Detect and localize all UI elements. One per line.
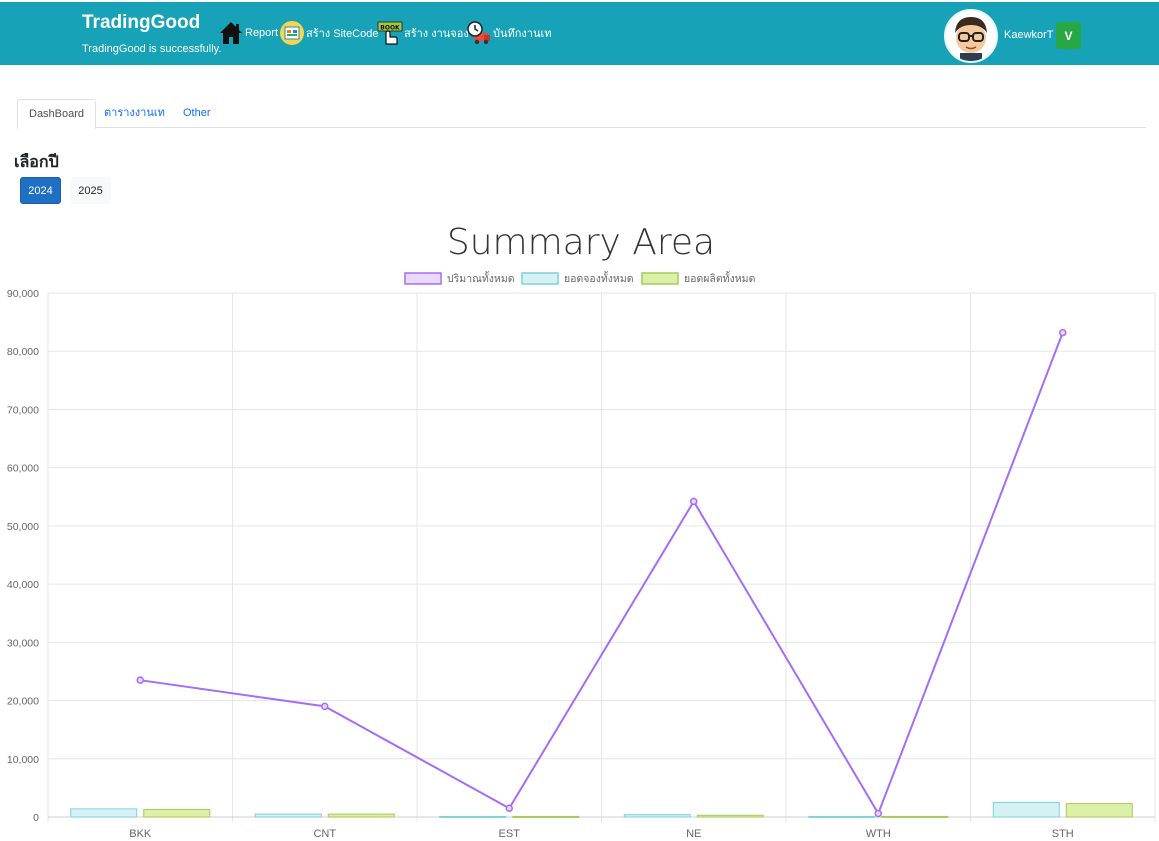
legend-swatch	[641, 272, 679, 285]
brand-subtitle: TradingGood is successfully.	[82, 43, 222, 55]
y-tick-label: 10,000	[7, 754, 39, 766]
y-tick-label: 40,000	[7, 579, 39, 591]
chart-title: Summary Area	[447, 222, 715, 263]
bar	[623, 814, 691, 818]
y-tick-label: 90,000	[7, 288, 39, 300]
year-button-2024[interactable]: 2024	[20, 177, 61, 204]
x-tick-label: BKK	[129, 828, 152, 840]
user-name[interactable]: KaewkorT	[1004, 29, 1054, 41]
year-selector-label: เลือกปี	[14, 154, 59, 171]
x-tick-label: CNT	[313, 828, 336, 840]
legend-label: ปริมาณทั้งหมด	[447, 271, 515, 285]
tab-other[interactable]: Other	[172, 99, 222, 127]
tab-dashboard[interactable]: DashBoard	[17, 99, 97, 129]
legend-swatch	[404, 272, 442, 285]
nav-record-pour[interactable]: บันทึกงานเท	[466, 20, 552, 46]
y-tick-label: 30,000	[7, 637, 39, 649]
svg-text:BOOK: BOOK	[380, 25, 400, 32]
year-button-2025[interactable]: 2025	[70, 177, 111, 204]
bar	[70, 808, 138, 818]
line-point	[690, 497, 698, 506]
y-tick-label: 50,000	[7, 521, 39, 533]
nav-create-booking-label: สร้าง งานจอง	[404, 28, 469, 40]
y-tick-label: 0	[33, 812, 39, 824]
bar	[512, 815, 580, 818]
avatar[interactable]	[944, 9, 998, 63]
bar	[327, 813, 395, 818]
line-point	[321, 702, 329, 711]
nav-create-sitecode[interactable]: สร้าง SiteCode	[279, 20, 378, 46]
x-tick-label: STH	[1052, 828, 1074, 840]
bar	[254, 813, 322, 818]
truck-clock-icon	[466, 20, 492, 46]
y-tick-label: 70,000	[7, 404, 39, 416]
bar	[1065, 803, 1133, 818]
brand-title[interactable]: TradingGood	[82, 12, 200, 34]
bar	[992, 801, 1060, 818]
legend-label: ยอดจองทั้งหมด	[564, 271, 634, 285]
y-tick-label: 80,000	[7, 346, 39, 358]
bar	[696, 814, 764, 818]
home-icon	[218, 20, 244, 46]
bar	[143, 808, 211, 818]
line-point	[874, 809, 882, 818]
nav-create-booking[interactable]: BOOK สร้าง งานจอง	[377, 20, 469, 46]
line-point	[1059, 328, 1067, 337]
bar	[808, 815, 876, 818]
nav-report[interactable]: Report	[218, 20, 278, 46]
user-badge[interactable]: V	[1056, 22, 1081, 49]
line-point	[505, 804, 513, 813]
legend-label: ยอดผลิตทั้งหมด	[684, 271, 755, 285]
summary-chart: Summary Area 0 10,000 20,000 30,000 40,000 50,…	[7, 222, 1156, 840]
bar	[439, 815, 507, 818]
legend-swatch	[521, 272, 559, 285]
top-navbar: TradingGood TradingGood is successfully.…	[0, 2, 1159, 65]
line-point	[136, 676, 144, 684]
y-tick-label: 20,000	[7, 696, 39, 708]
nav-create-sitecode-label: สร้าง SiteCode	[306, 28, 379, 40]
x-tick-label: WTH	[866, 828, 891, 840]
nav-record-pour-label: บันทึกงานเท	[493, 28, 552, 40]
tab-bar: DashBoard ตารางงานเท Other	[17, 99, 1146, 129]
sitecode-icon	[279, 20, 305, 46]
x-tick-label: EST	[499, 828, 521, 840]
tab-pour-schedule[interactable]: ตารางงานเท	[93, 99, 176, 127]
y-tick-label: 60,000	[7, 463, 39, 475]
nav-report-label: Report	[245, 27, 279, 39]
book-hand-icon: BOOK	[377, 20, 403, 46]
bar	[881, 815, 949, 818]
x-tick-label: NE	[686, 828, 701, 840]
